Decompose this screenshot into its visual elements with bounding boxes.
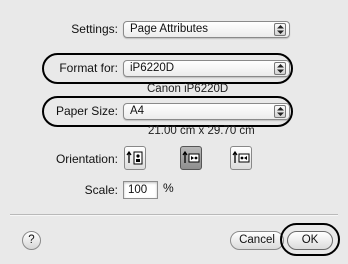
settings-popup[interactable]: Page Attributes bbox=[123, 21, 290, 38]
paper-size-value: A4 bbox=[130, 105, 145, 117]
popup-stepper-icon bbox=[274, 62, 286, 75]
orientation-portrait-button[interactable] bbox=[124, 146, 146, 170]
scale-input[interactable]: 100 bbox=[123, 181, 158, 199]
orientation-label: Orientation: bbox=[55, 152, 118, 166]
orientation-landscape-right-button[interactable] bbox=[230, 146, 252, 170]
scale-unit: % bbox=[163, 181, 174, 195]
settings-label: Settings: bbox=[71, 22, 118, 36]
paper-size-label: Paper Size: bbox=[55, 104, 118, 118]
ok-button[interactable]: OK bbox=[287, 231, 333, 250]
help-button[interactable]: ? bbox=[22, 231, 41, 250]
footer-divider bbox=[10, 214, 338, 216]
paper-size-popup[interactable]: A4 bbox=[123, 103, 290, 120]
format-for-value: iP6220D bbox=[130, 62, 175, 74]
popup-stepper-icon bbox=[274, 23, 286, 36]
format-for-label: Format for: bbox=[59, 61, 118, 75]
portrait-orientation-icon bbox=[126, 150, 143, 165]
paper-dimensions: 21.00 cm x 29.70 cm bbox=[148, 125, 255, 137]
printer-name: Canon iP6220D bbox=[147, 83, 229, 95]
scale-label: Scale: bbox=[84, 183, 118, 197]
settings-value: Page Attributes bbox=[130, 23, 208, 35]
landscape-right-orientation-icon bbox=[232, 150, 250, 163]
cancel-button[interactable]: Cancel bbox=[230, 231, 284, 250]
orientation-landscape-left-button[interactable] bbox=[180, 146, 202, 170]
popup-stepper-icon bbox=[274, 105, 286, 118]
help-icon: ? bbox=[28, 234, 35, 246]
landscape-left-orientation-icon bbox=[182, 150, 200, 163]
format-for-popup[interactable]: iP6220D bbox=[123, 60, 290, 77]
